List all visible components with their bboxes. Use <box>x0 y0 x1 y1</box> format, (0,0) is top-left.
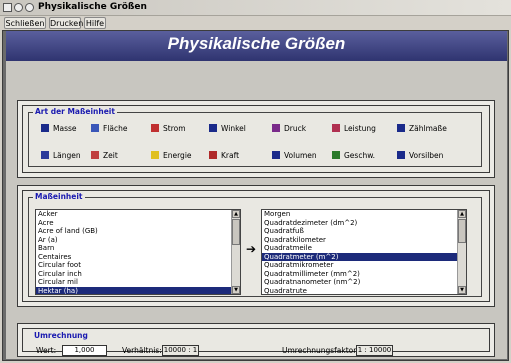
category-label: Zählmaße <box>409 124 447 133</box>
ratio-value: 10000 : 1 <box>162 345 199 356</box>
list-item[interactable]: Quadratmeile <box>262 244 466 253</box>
main-canvas: Physikalische Größen Art der Maßeinheit … <box>2 30 509 361</box>
power-icon <box>332 124 340 132</box>
category-fläche[interactable]: Fläche <box>91 123 128 135</box>
weight-icon <box>41 124 49 132</box>
to-unit-list[interactable]: Morgen Quadratdezimeter (dm^2) Quadratfuß Q… <box>261 209 467 295</box>
category-energie[interactable]: Energie <box>151 150 192 162</box>
from-list-scrollbar[interactable]: ▲ ▼ <box>231 210 240 294</box>
category-label: Volumen <box>284 151 317 160</box>
list-item[interactable]: Quadratfuß <box>262 227 466 236</box>
list-item[interactable]: Circular mil <box>36 278 240 287</box>
category-geschw-[interactable]: Geschw. <box>332 150 375 162</box>
app-icon[interactable] <box>3 3 12 12</box>
units-group: Maßeinheit Acker Acre Acre of land (GB) Ar … <box>28 192 482 297</box>
scroll-up-icon[interactable]: ▲ <box>458 210 466 218</box>
category-label: Leistung <box>344 124 376 133</box>
list-item[interactable]: Barn <box>36 244 240 253</box>
category-label: Kraft <box>221 151 240 160</box>
category-strom[interactable]: Strom <box>151 123 186 135</box>
category-panel: Art der Maßeinheit Masse Fläche Strom Winke… <box>17 100 495 178</box>
from-unit-list[interactable]: Acker Acre Acre of land (GB) Ar (a) Barn Cent… <box>35 209 241 295</box>
print-button[interactable]: Drucken <box>49 17 83 29</box>
list-item[interactable]: Ar (a) <box>36 236 240 245</box>
window-title: Physikalische Größen <box>38 2 147 12</box>
list-item[interactable]: Acker <box>36 210 240 219</box>
conversion-group-title: Umrechnung <box>32 331 90 340</box>
category-label: Strom <box>163 124 186 133</box>
units-group-title: Maßeinheit <box>33 192 85 201</box>
category-label: Vorsilben <box>409 151 444 160</box>
list-item[interactable]: Circular inch <box>36 270 240 279</box>
category-label: Druck <box>284 124 307 133</box>
category-druck[interactable]: Druck <box>272 123 306 135</box>
category-leistung[interactable]: Leistung <box>332 123 376 135</box>
minimize-icon[interactable] <box>14 3 23 12</box>
category-volumen[interactable]: Volumen <box>272 150 317 162</box>
maximize-icon[interactable] <box>25 3 34 12</box>
category-label: Längen <box>53 151 81 160</box>
list-item[interactable]: Centaires <box>36 253 240 262</box>
category-label: Winkel <box>221 124 246 133</box>
pressure-icon <box>272 124 280 132</box>
category-label: Geschw. <box>344 151 376 160</box>
menu-bar: Schließen Drucken Hilfe <box>0 16 511 30</box>
category-zeit[interactable]: Zeit <box>91 150 118 162</box>
arrow-right-icon: ➔ <box>246 242 257 256</box>
force-icon <box>209 151 217 159</box>
category-längen[interactable]: Längen <box>41 150 81 162</box>
list-item[interactable]: Morgen <box>262 210 466 219</box>
list-item[interactable]: Acre of land (GB) <box>36 227 240 236</box>
close-button[interactable]: Schließen <box>4 17 46 29</box>
category-vorsilben[interactable]: Vorsilben <box>397 150 443 162</box>
category-zählmaße[interactable]: Zählmaße <box>397 123 447 135</box>
scroll-down-icon[interactable]: ▼ <box>232 286 240 294</box>
factor-value: 1 : 10000 <box>356 345 393 356</box>
category-label: Energie <box>163 151 192 160</box>
list-item[interactable]: Quadratkilometer <box>262 236 466 245</box>
category-winkel[interactable]: Winkel <box>209 123 246 135</box>
list-item[interactable]: Quadratmillimeter (mm^2) <box>262 270 466 279</box>
count-icon <box>397 124 405 132</box>
list-item[interactable]: Quadratnanometer (nm^2) <box>262 278 466 287</box>
speed-icon <box>332 151 340 159</box>
scroll-up-icon[interactable]: ▲ <box>232 210 240 218</box>
title-bar: Physikalische Größen <box>0 0 511 16</box>
scroll-down-icon[interactable]: ▼ <box>458 286 466 294</box>
value-label: Wert: <box>36 346 57 355</box>
to-list-scrollbar[interactable]: ▲ ▼ <box>457 210 466 294</box>
list-item[interactable]: Quadratmeter (m^2) <box>262 252 466 261</box>
scroll-thumb[interactable] <box>232 219 240 245</box>
category-group-title: Art der Maßeinheit <box>33 107 117 116</box>
category-group: Art der Maßeinheit Masse Fläche Strom Winke… <box>28 107 482 167</box>
factor-label: Umrechnungsfaktor: <box>282 346 359 355</box>
category-masse[interactable]: Masse <box>41 123 77 135</box>
content-area: Art der Maßeinheit Masse Fläche Strom Winke… <box>6 61 507 359</box>
prefix-icon <box>397 151 405 159</box>
category-label: Zeit <box>103 151 118 160</box>
list-item[interactable]: Circular foot <box>36 261 240 270</box>
list-item[interactable]: Quadratmikrometer <box>262 261 466 270</box>
current-icon <box>151 124 159 132</box>
ratio-label: Verhältnis: <box>122 346 162 355</box>
category-label: Masse <box>53 124 77 133</box>
volume-icon <box>272 151 280 159</box>
page-title: Physikalische Größen <box>167 34 346 53</box>
list-item[interactable]: Hektar (ha) <box>36 286 240 294</box>
scroll-thumb[interactable] <box>458 219 466 243</box>
value-input[interactable]: 1,000 <box>62 345 107 356</box>
units-panel: Maßeinheit Acker Acre Acre of land (GB) Ar … <box>17 185 495 307</box>
help-button[interactable]: Hilfe <box>84 17 106 29</box>
area-icon <box>91 124 99 132</box>
list-item[interactable]: Quadratrute <box>262 287 466 295</box>
category-kraft[interactable]: Kraft <box>209 150 239 162</box>
category-label: Fläche <box>103 124 128 133</box>
list-item[interactable]: Acre <box>36 219 240 228</box>
list-item[interactable]: Quadratdezimeter (dm^2) <box>262 219 466 228</box>
length-icon <box>41 151 49 159</box>
header-banner: Physikalische Größen <box>6 31 507 61</box>
bulb-icon <box>151 151 159 159</box>
angle-icon <box>209 124 217 132</box>
clock-icon <box>91 151 99 159</box>
